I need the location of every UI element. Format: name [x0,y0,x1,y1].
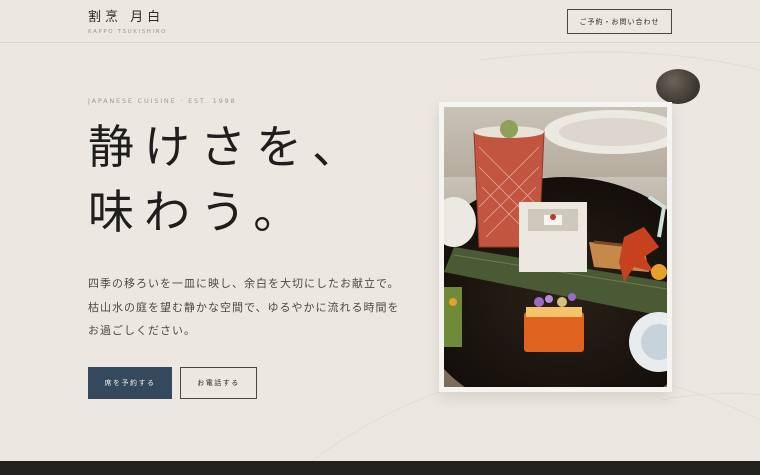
reserve-button[interactable]: 席を予約する [88,367,172,399]
desc-line-3: お過ごしください。 [88,324,196,337]
site-header: 割烹 月白 KAPPO TSUKISHIRO ご予約・お問い合わせ [0,0,760,43]
hero-headline: 静けさを、 味わう。 [88,115,408,245]
footer-bar [0,461,760,475]
headline-line-2: 味わう。 [88,185,310,239]
desc-line-1: 四季の移ろいを一皿に映し、余白を大切にしたお献立で。 [88,277,400,290]
logo[interactable]: 割烹 月白 KAPPO TSUKISHIRO [88,6,167,35]
logo-name: 割烹 月白 [88,10,165,25]
hero-eyebrow: JAPANESE CUISINE · EST. 1998 [88,97,237,105]
hero-description: 四季の移ろいを一皿に映し、余白を大切にしたお献立で。 枯山水の庭を望む静かな空間… [88,272,428,343]
headline-line-1: 静けさを、 [88,120,368,174]
decorative-stone [656,69,700,104]
logo-subtitle: KAPPO TSUKISHIRO [88,29,168,35]
food-photo [444,107,667,387]
contact-button[interactable]: ご予約・お問い合わせ [567,9,672,34]
call-button[interactable]: お電話する [180,367,257,399]
hero-photo-frame [439,102,672,392]
desc-line-2: 枯山水の庭を望む静かな空間で、ゆるやかに流れる時間を [88,300,400,314]
